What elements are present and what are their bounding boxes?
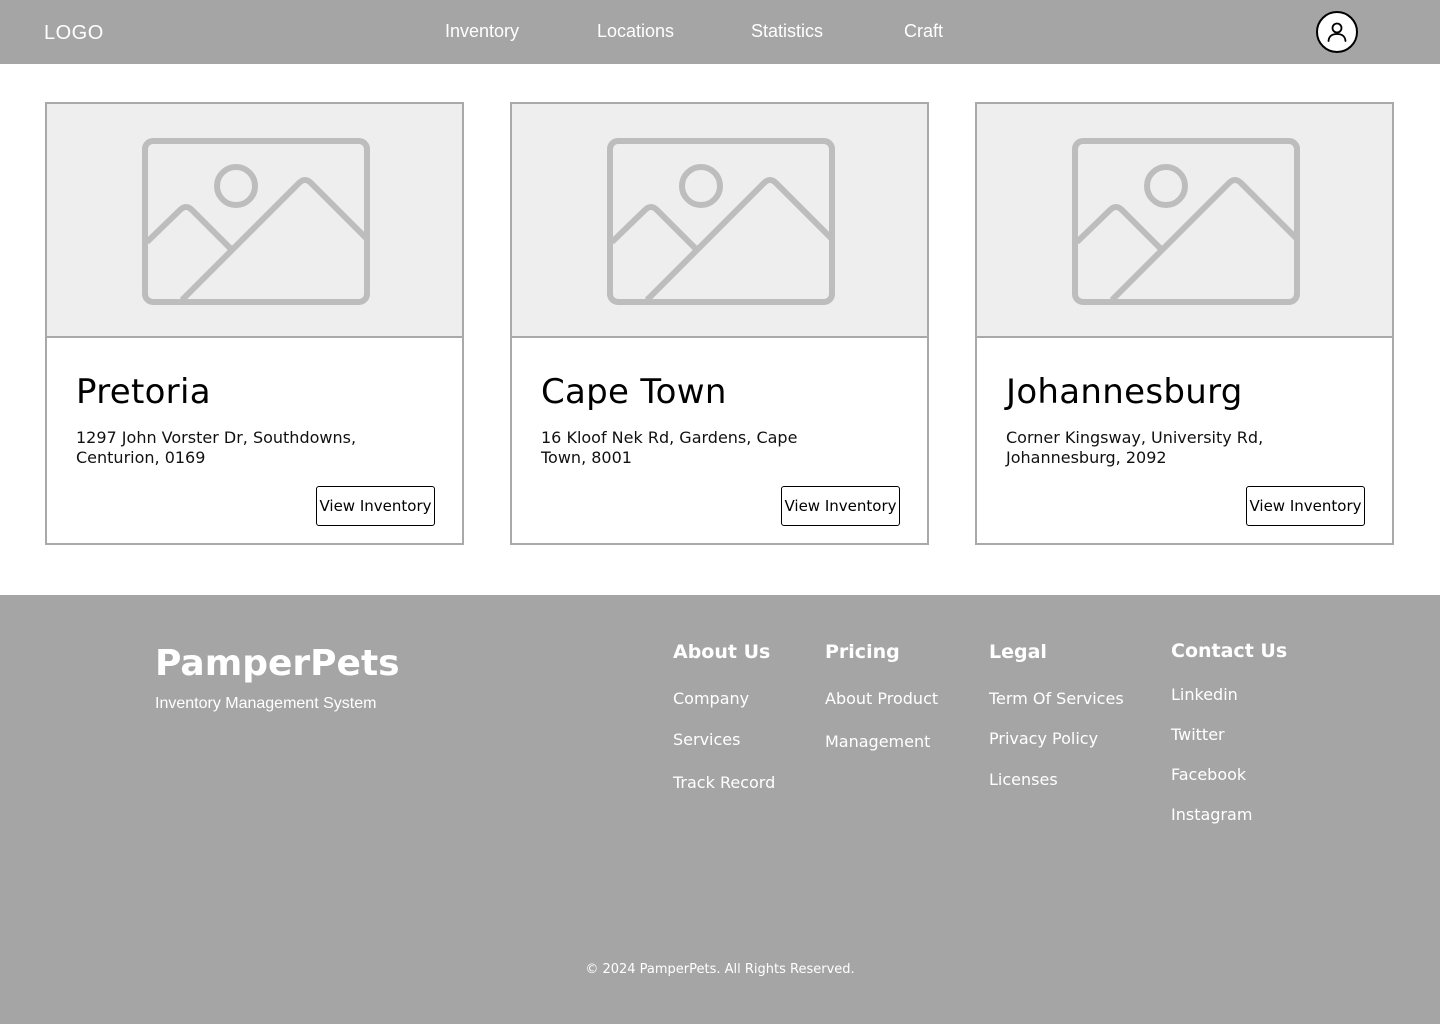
footer-link-management[interactable]: Management <box>825 732 930 751</box>
nav-item-craft[interactable]: Craft <box>904 21 943 42</box>
profile-button[interactable] <box>1316 11 1358 53</box>
footer-link-company[interactable]: Company <box>673 689 749 708</box>
view-inventory-button[interactable]: View Inventory <box>781 486 900 526</box>
user-icon <box>1327 22 1347 42</box>
footer-link-services[interactable]: Services <box>673 730 740 749</box>
footer-tagline: Inventory Management System <box>155 695 377 712</box>
card-address: Corner Kingsway, University Rd, Johannes… <box>1006 428 1264 467</box>
footer-link-track-record[interactable]: Track Record <box>673 773 775 792</box>
card-address: 16 Kloof Nek Rd, Gardens, Cape Town, 800… <box>541 428 798 467</box>
footer-heading-pricing: Pricing <box>825 641 900 663</box>
footer-heading-about: About Us <box>673 641 771 663</box>
footer-heading-legal: Legal <box>989 641 1047 663</box>
view-inventory-button[interactable]: View Inventory <box>1246 486 1365 526</box>
copyright-text: © 2024 PamperPets. All Rights Reserved. <box>585 962 855 977</box>
card-image <box>977 104 1392 338</box>
card-address: 1297 John Vorster Dr, Southdowns, Centur… <box>76 428 357 467</box>
card-title: Johannesburg <box>1006 372 1243 412</box>
image-placeholder-icon <box>607 138 835 305</box>
card-image <box>512 104 927 338</box>
image-placeholder-icon <box>142 138 370 305</box>
footer-link-facebook[interactable]: Facebook <box>1171 765 1246 784</box>
footer-link-twitter[interactable]: Twitter <box>1171 725 1225 744</box>
nav-item-inventory[interactable]: Inventory <box>445 21 519 42</box>
location-card-cape-town: Cape Town 16 Kloof Nek Rd, Gardens, Cape… <box>510 102 929 545</box>
card-title: Cape Town <box>541 372 727 412</box>
top-nav-bar: LOGO Inventory Locations Statistics Craf… <box>0 0 1440 64</box>
nav-item-locations[interactable]: Locations <box>597 21 674 42</box>
footer-link-linkedin[interactable]: Linkedin <box>1171 685 1238 704</box>
location-card-pretoria: Pretoria 1297 John Vorster Dr, Southdown… <box>45 102 464 545</box>
card-image <box>47 104 462 338</box>
footer-heading-contact: Contact Us <box>1171 640 1288 662</box>
footer-link-instagram[interactable]: Instagram <box>1171 805 1252 824</box>
nav-item-statistics[interactable]: Statistics <box>751 21 823 42</box>
image-placeholder-icon <box>1072 138 1300 305</box>
footer: PamperPets Inventory Management System A… <box>0 595 1440 1024</box>
footer-link-about-product[interactable]: About Product <box>825 689 938 708</box>
footer-brand: PamperPets <box>155 643 400 684</box>
footer-link-licenses[interactable]: Licenses <box>989 770 1058 789</box>
card-title: Pretoria <box>76 372 211 412</box>
logo[interactable]: LOGO <box>44 22 104 45</box>
location-card-johannesburg: Johannesburg Corner Kingsway, University… <box>975 102 1394 545</box>
footer-link-terms[interactable]: Term Of Services <box>989 689 1124 708</box>
view-inventory-button[interactable]: View Inventory <box>316 486 435 526</box>
footer-link-privacy-policy[interactable]: Privacy Policy <box>989 729 1098 748</box>
